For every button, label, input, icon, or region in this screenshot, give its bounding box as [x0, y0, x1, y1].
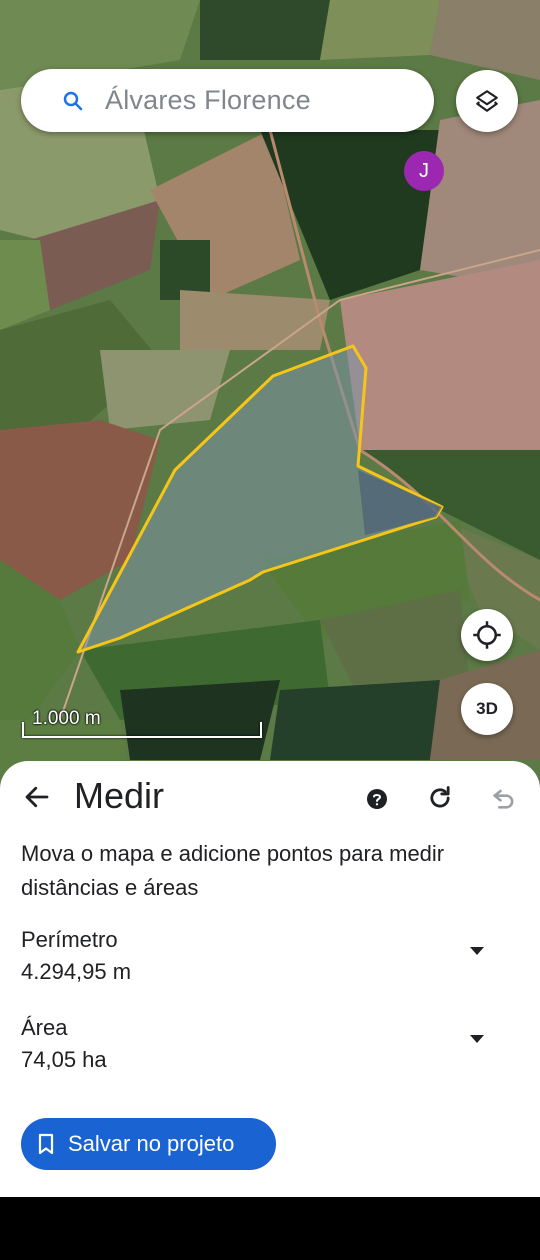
- scale-bar: 1.000 m: [22, 708, 262, 738]
- save-label: Salvar no projeto: [68, 1131, 235, 1156]
- locate-icon: [473, 621, 501, 649]
- perimeter-label: Perímetro: [21, 927, 118, 952]
- locate-button[interactable]: [461, 609, 513, 661]
- dropdown-icon[interactable]: [467, 945, 487, 957]
- measure-sheet: Medir Mova o mapa e adicione pontos para…: [0, 761, 540, 1197]
- system-nav-bar: [0, 1197, 540, 1260]
- 3d-button[interactable]: 3D: [461, 683, 513, 735]
- avatar[interactable]: J: [404, 151, 444, 191]
- search-icon[interactable]: [61, 89, 85, 113]
- save-to-project-button[interactable]: Salvar no projeto: [21, 1118, 276, 1170]
- search-bar[interactable]: Álvares Florence J: [21, 69, 444, 191]
- layers-button[interactable]: [456, 70, 518, 132]
- area-label: Área: [21, 1015, 68, 1040]
- scale-ruler: [22, 722, 262, 738]
- search-input[interactable]: Álvares Florence: [105, 85, 311, 116]
- bookmark-icon: [38, 1133, 54, 1155]
- perimeter-row[interactable]: Perímetro 4.294,95 m: [21, 927, 501, 985]
- map-view[interactable]: Álvares Florence J 3D 1.000 m: [0, 0, 540, 790]
- layers-icon: [476, 90, 498, 112]
- perimeter-value: 4.294,95 m: [21, 959, 132, 984]
- help-icon[interactable]: [365, 787, 389, 811]
- dropdown-icon[interactable]: [467, 1033, 487, 1045]
- area-row[interactable]: Área 74,05 ha: [21, 1015, 501, 1073]
- instructions-text: Mova o mapa e adicione pontos para medir…: [21, 841, 445, 900]
- undo-icon[interactable]: [490, 784, 518, 812]
- back-arrow-icon[interactable]: [22, 782, 52, 812]
- refresh-icon[interactable]: [426, 784, 454, 812]
- area-value: 74,05 ha: [21, 1047, 107, 1072]
- page-title: Medir: [74, 775, 165, 816]
